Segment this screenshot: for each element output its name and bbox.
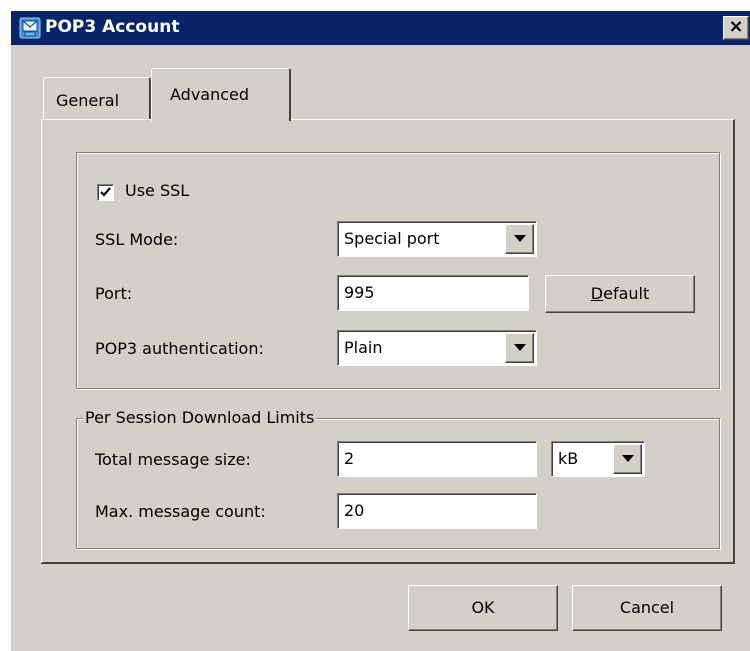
max-message-count-label: Max. message count: [95, 502, 266, 521]
ssl-mode-value: Special port [344, 229, 440, 248]
ssl-mode-dropdown-button[interactable] [505, 224, 534, 254]
chevron-down-icon [622, 455, 634, 462]
size-unit-select[interactable]: kB [551, 441, 645, 477]
default-button[interactable]: Default [545, 275, 695, 313]
cancel-button-label: Cancel [619, 598, 675, 617]
pop3-auth-select[interactable]: Plain [337, 330, 537, 366]
port-label: Port: [95, 284, 133, 303]
tab-advanced-label: Advanced [170, 85, 250, 104]
download-limits-group: Per Session Download Limits Total messag… [76, 408, 720, 549]
chevron-down-icon [514, 344, 526, 351]
ssl-group: Use SSL SSL Mode: Special port Port: 995… [76, 152, 720, 389]
pop3-auth-label: POP3 authentication: [95, 339, 264, 358]
checkmark-icon [100, 187, 111, 197]
default-button-label: Default [590, 284, 650, 303]
pop3-account-dialog: POP3 Account × General Advanced Use SSL … [10, 10, 750, 651]
close-button[interactable]: × [723, 16, 749, 40]
ssl-mode-label: SSL Mode: [95, 230, 179, 249]
advanced-tab-panel: Use SSL SSL Mode: Special port Port: 995… [41, 119, 735, 564]
download-limits-legend: Per Session Download Limits [83, 408, 317, 427]
pop3-auth-value: Plain [344, 338, 383, 357]
ssl-mode-select[interactable]: Special port [337, 221, 537, 257]
use-ssl-label[interactable]: Use SSL [125, 181, 189, 200]
size-unit-value: kB [558, 449, 579, 468]
tab-general[interactable]: General [43, 77, 151, 119]
max-message-count-value: 20 [344, 501, 365, 520]
use-ssl-checkbox[interactable] [97, 184, 114, 201]
ok-button[interactable]: OK [408, 585, 558, 631]
total-message-size-label: Total message size: [95, 450, 251, 469]
title-bar[interactable]: POP3 Account × [11, 11, 750, 45]
window-title: POP3 Account [45, 17, 180, 37]
tab-general-label: General [56, 91, 120, 110]
cancel-button[interactable]: Cancel [572, 585, 722, 631]
max-message-count-input[interactable]: 20 [337, 493, 537, 529]
pop3-auth-dropdown-button[interactable] [505, 333, 534, 363]
tab-advanced[interactable]: Advanced [151, 68, 291, 121]
total-message-size-input[interactable]: 2 [337, 441, 537, 477]
port-value: 995 [344, 283, 375, 302]
port-input[interactable]: 995 [337, 275, 529, 311]
ok-button-label: OK [471, 598, 495, 617]
mail-account-icon [19, 17, 41, 39]
total-message-size-value: 2 [344, 449, 355, 468]
chevron-down-icon [514, 235, 526, 242]
size-unit-dropdown-button[interactable] [613, 444, 642, 474]
close-icon: × [728, 16, 744, 37]
